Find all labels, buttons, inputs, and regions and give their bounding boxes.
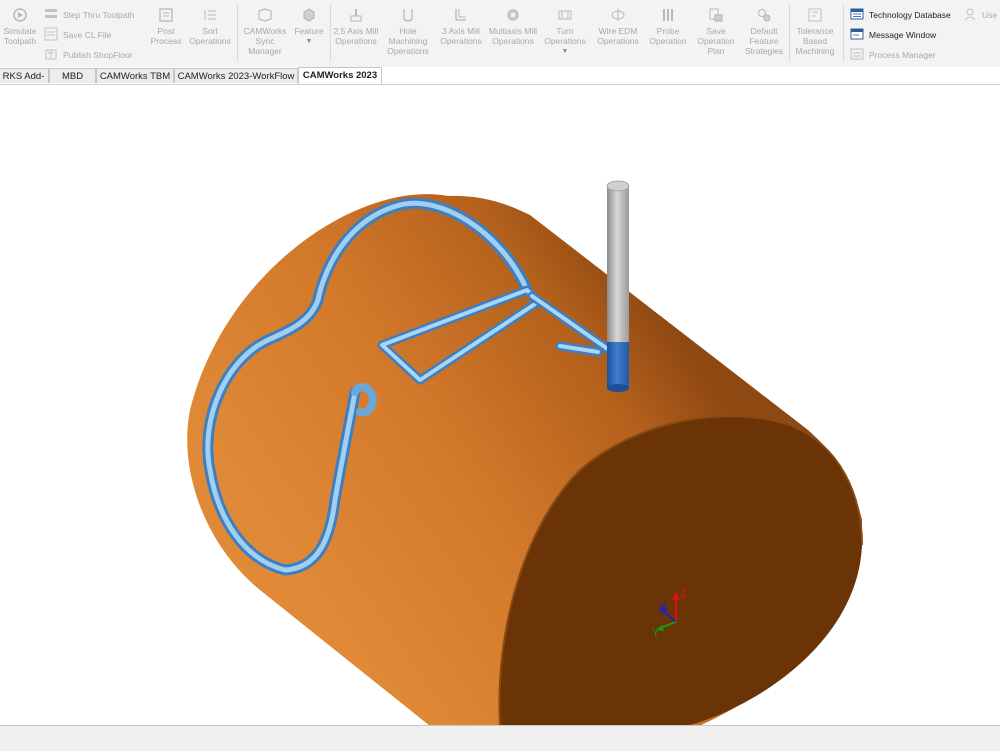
turn-operations-button[interactable]: Turn Operations ▼ — [540, 3, 590, 65]
hole-machining-button[interactable]: Hole Machining Operations — [382, 3, 434, 65]
tab-camworks-2023[interactable]: CAMWorks 2023 — [298, 67, 382, 84]
probe-icon — [663, 9, 673, 21]
process-manager-label: Process Manager — [869, 50, 936, 60]
sync-manager-label: CAMWorks Sync Manager — [243, 26, 287, 56]
triad-z-label: Z — [680, 588, 687, 600]
ribbon-separator — [843, 4, 844, 62]
save-plan-icon — [709, 8, 723, 22]
triad-x-label: X — [660, 601, 668, 613]
multiaxis-mill-icon — [507, 9, 519, 21]
post-process-button[interactable]: Post Process — [147, 3, 185, 65]
sort-icon — [204, 10, 216, 20]
tolerance-based-machining-label: Tolerance Based Machining — [795, 26, 835, 56]
save-cl-file-label: Save CL File — [63, 30, 112, 40]
status-bar — [0, 725, 1000, 751]
step-thru-toolpath-button[interactable]: Step Thru Toolpath — [44, 7, 135, 23]
default-feature-strategies-button[interactable]: Default Feature Strategies — [740, 3, 788, 65]
feature-label: Feature — [294, 26, 324, 36]
mill-3-axis-icon — [455, 9, 466, 21]
ribbon-separator — [237, 4, 238, 62]
publish-shopfloor-label: Publish ShopFloor — [63, 50, 133, 60]
technology-database-button[interactable]: Technology Database — [850, 7, 951, 23]
turn-operations-icon — [558, 10, 572, 20]
tool-flutes — [607, 342, 629, 388]
multiaxis-mill-button[interactable]: Multiaxis Mill Operations — [488, 3, 538, 65]
tab-camworks-tbm[interactable]: CAMWorks TBM — [96, 68, 174, 83]
tool-top — [606, 180, 630, 192]
post-process-icon — [159, 8, 173, 22]
process-manager-button[interactable]: Process Manager — [850, 47, 936, 63]
mill-2-5-axis-icon — [350, 9, 362, 22]
tab-mbd[interactable]: MBD — [49, 68, 96, 83]
probe-operation-button[interactable]: Probe Operation — [645, 3, 691, 65]
sort-operations-label: Sort Operations — [189, 26, 231, 46]
sync-manager-button[interactable]: CAMWorks Sync Manager — [240, 3, 290, 65]
publish-shopfloor-button[interactable]: Publish ShopFloor — [44, 47, 132, 63]
feature-icon — [303, 8, 315, 22]
save-operation-plan-button[interactable]: Save Operation Plan — [693, 3, 739, 65]
command-manager-tabs: RKS Add-Ins MBD CAMWorks TBM CAMWorks 20… — [0, 67, 1000, 97]
technology-database-label: Technology Database — [869, 10, 951, 20]
user-label: Use — [982, 10, 998, 20]
wire-edm-button[interactable]: Wire EDM Operations — [594, 3, 642, 65]
triad-y-label: Y — [652, 627, 660, 639]
tool-tip — [607, 384, 629, 392]
wire-edm-label: Wire EDM Operations — [597, 26, 639, 46]
cutting-tool[interactable] — [606, 180, 630, 392]
command-manager-ribbon: Simulate Toolpath Step Thru Toolpath Sav… — [0, 0, 1000, 68]
mill-2-5-axis-label: 2.5 Axis Mill Operations — [333, 26, 379, 46]
ribbon-separator — [789, 4, 790, 62]
simulate-toolpath-label: Simulate Toolpath — [3, 26, 37, 46]
turn-dropdown-arrow: ▼ — [561, 48, 569, 55]
save-cl-file-button[interactable]: Save CL File — [44, 27, 111, 43]
message-window-button[interactable]: Message Window — [850, 27, 936, 43]
probe-operation-label: Probe Operation — [649, 26, 687, 46]
message-window-icon — [850, 28, 864, 40]
multiaxis-mill-label: Multiaxis Mill Operations — [488, 26, 538, 46]
save-operation-plan-label: Save Operation Plan — [697, 26, 735, 56]
sync-manager-icon — [258, 8, 272, 22]
simulate-toolpath-button[interactable]: Simulate Toolpath — [0, 3, 40, 65]
hole-machining-icon — [403, 9, 413, 22]
publish-icon — [45, 49, 57, 60]
mill-2-5-axis-button[interactable]: 2.5 Axis Mill Operations — [332, 3, 380, 65]
step-icon — [45, 9, 57, 18]
strategies-icon — [758, 9, 771, 22]
user-button[interactable]: Use — [963, 7, 997, 23]
tolerance-icon — [808, 8, 822, 22]
tab-camworks-workflow[interactable]: CAMWorks 2023-WorkFlow — [174, 68, 298, 83]
simulate-icon — [13, 8, 27, 22]
mill-3-axis-label: 3 Axis Mill Operations — [440, 26, 482, 46]
feature-dropdown-arrow: ▼ — [305, 38, 313, 45]
sort-operations-button[interactable]: Sort Operations — [185, 3, 235, 65]
tolerance-based-machining-button[interactable]: Tolerance Based Machining — [791, 3, 839, 65]
step-thru-toolpath-label: Step Thru Toolpath — [63, 10, 135, 20]
mill-3-axis-button[interactable]: 3 Axis Mill Operations — [436, 3, 486, 65]
post-process-label: Post Process — [150, 26, 182, 46]
model-view[interactable]: Z X Y — [0, 85, 1000, 725]
save-cl-icon — [44, 27, 58, 41]
graphics-viewport[interactable]: Z X Y — [0, 85, 1000, 725]
technology-database-icon — [850, 8, 864, 20]
process-manager-icon — [850, 48, 864, 60]
tab-add-ins[interactable]: RKS Add-Ins — [0, 68, 49, 97]
ribbon-separator — [330, 4, 331, 62]
hole-machining-label: Hole Machining Operations — [387, 26, 429, 56]
default-feature-strategies-label: Default Feature Strategies — [744, 26, 784, 56]
tool-shank — [607, 186, 629, 344]
turn-operations-label: Turn Operations — [544, 26, 586, 46]
wire-edm-icon — [611, 9, 625, 21]
feature-button[interactable]: Feature ▼ — [290, 3, 328, 65]
message-window-label: Message Window — [869, 30, 937, 40]
user-icon — [964, 8, 976, 21]
